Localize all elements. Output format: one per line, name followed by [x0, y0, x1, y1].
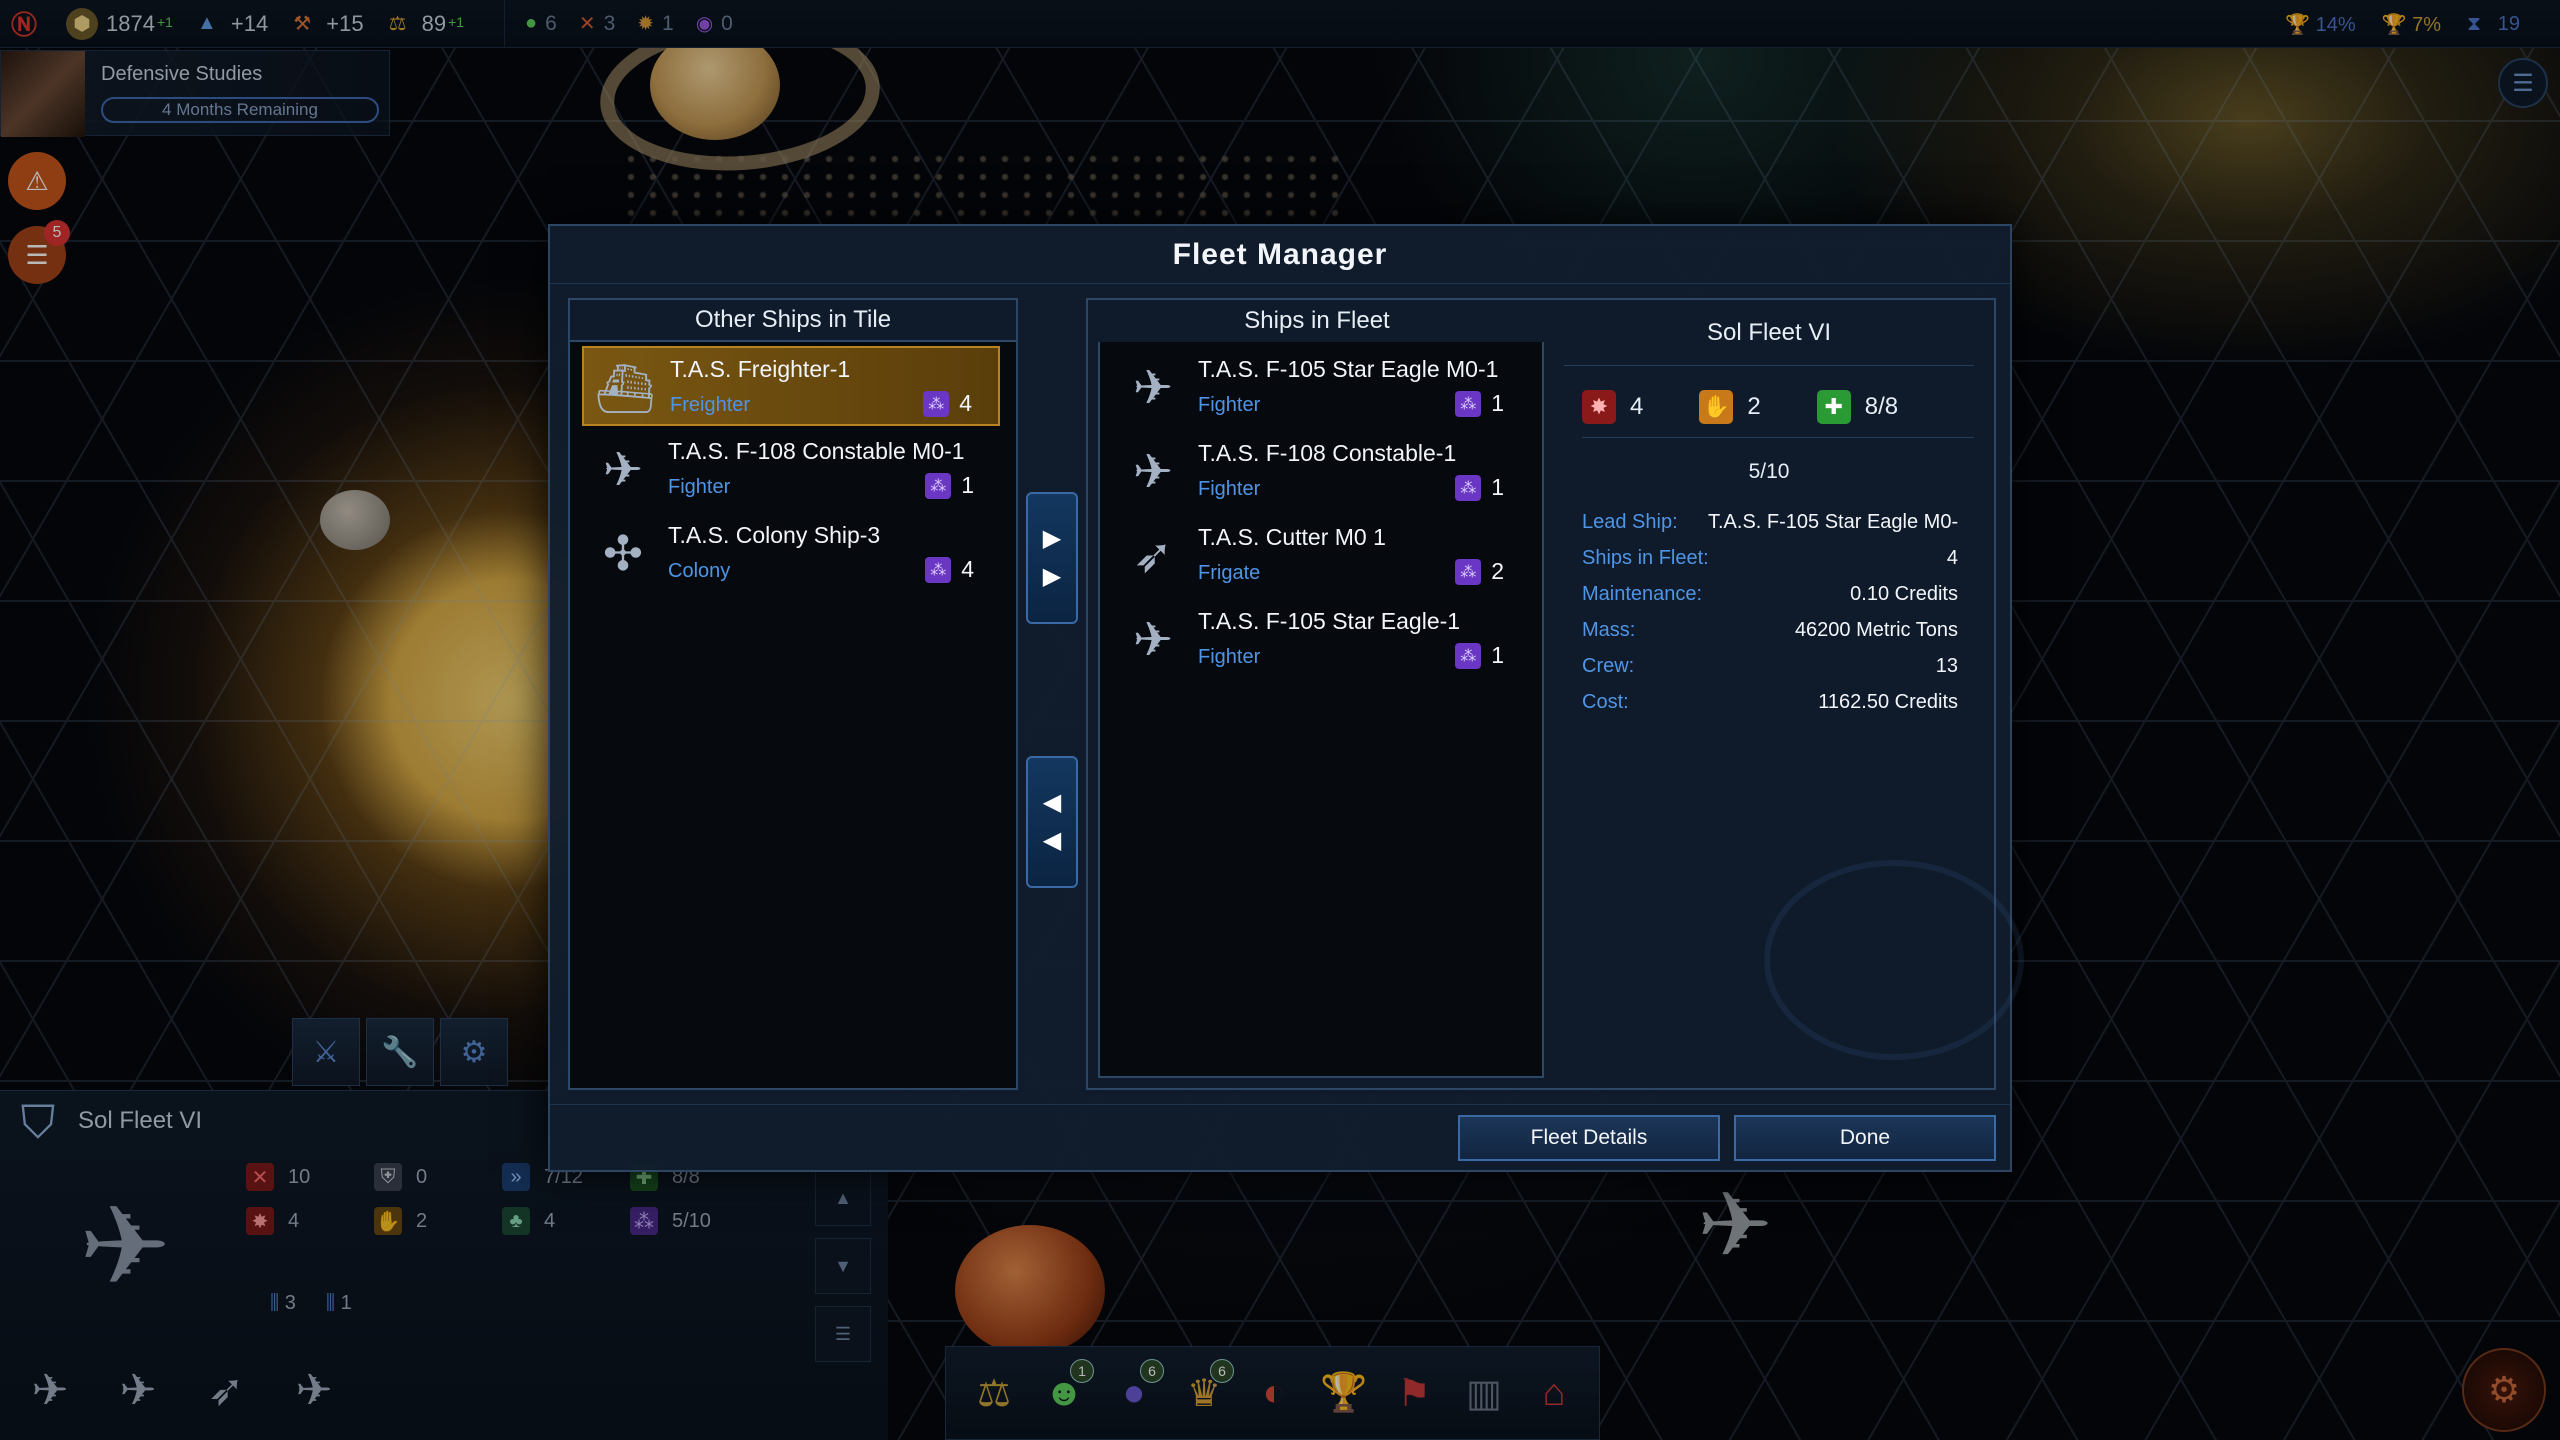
dialog-title: Fleet Manager [550, 226, 2010, 284]
command-points-icon: ⁂ [1455, 558, 1482, 585]
transfer-to-fleet-button[interactable]: ▶ ▶ [1026, 492, 1078, 624]
fighter-ship-icon: ✈ [1132, 614, 1174, 667]
detail-lead-ship: Lead Ship: T.A.S. F-105 Star Eagle M0-1 [1582, 510, 1958, 533]
other-ship-row[interactable]: ✈ T.A.S. F-108 Constable M0-1 Fighter ⁂ 1 [582, 430, 1000, 510]
command-points-icon: ⁂ [1455, 474, 1482, 501]
dialog-footer: Fleet Details Done [550, 1104, 2010, 1170]
command-points: ⁂ 4 [923, 390, 972, 417]
colony-ship-icon: ✣ [602, 528, 644, 581]
fighter-ship-icon: ✈ [1132, 362, 1174, 415]
detail-crew: Crew: 13 [1582, 654, 1958, 677]
health-cross-icon: ✚ [1816, 389, 1851, 424]
transfer-from-fleet-button[interactable]: ◀ ◀ [1026, 756, 1078, 888]
detail-cost: Cost: 1162.50 Credits [1582, 690, 1958, 713]
command-points: ⁂ 1 [1455, 390, 1504, 417]
fleet-ship-row[interactable]: ➶ T.A.S. Cutter M0 1 Frigate ⁂ 2 [1112, 516, 1530, 596]
command-points-icon: ⁂ [923, 390, 950, 417]
fleet-defense: ✋ 2 [1699, 389, 1761, 424]
fleet-ship-row[interactable]: ✈ T.A.S. F-105 Star Eagle-1 Fighter ⁂ 1 [1112, 600, 1530, 680]
fleet-panel: Ships in Fleet ✈ T.A.S. F-105 Star Eagle… [1086, 298, 2024, 1090]
command-points: ⁂ 1 [1455, 642, 1504, 669]
arrow-right-icon: ▶ [1042, 525, 1062, 552]
fleet-ship-row[interactable]: ✈ T.A.S. F-108 Constable-1 Fighter ⁂ 1 [1112, 432, 1530, 512]
arrow-left-icon: ◀ [1042, 789, 1062, 816]
defense-icon: ✋ [1699, 389, 1734, 424]
attack-icon: ✸ [1582, 389, 1616, 424]
command-points: ⁂ 4 [925, 556, 974, 583]
fleet-stat-summary: ✸ 4 ✋ 2 ✚ 8/8 [1582, 376, 1974, 438]
command-points-icon: ⁂ [925, 556, 952, 583]
other-ships-panel: Other Ships in Tile ⛴ T.A.S. Freighter-1… [568, 298, 1018, 1090]
command-points-icon: ⁂ [1455, 642, 1482, 669]
detail-mass: Mass: 46200 Metric Tons [1582, 618, 1958, 641]
other-ship-row[interactable]: ✣ T.A.S. Colony Ship-3 Colony ⁂ 4 [582, 514, 1000, 594]
detail-ships-count: Ships in Fleet: 4 [1582, 546, 1958, 569]
command-points: ⁂ 1 [925, 472, 974, 499]
arrow-left-icon: ◀ [1042, 827, 1062, 854]
fleet-name[interactable]: Sol Fleet VI [1564, 300, 1974, 366]
fleet-attack: ✸ 4 [1582, 389, 1643, 424]
command-points-icon: ⁂ [1455, 390, 1482, 417]
other-ship-row[interactable]: ⛴ T.A.S. Freighter-1 Freighter ⁂ 4 [582, 346, 1000, 426]
fleet-capacity: 5/10 [1748, 460, 1790, 483]
fleet-ship-row[interactable]: ✈ T.A.S. F-105 Star Eagle M0-1 Fighter ⁂… [1112, 348, 1530, 428]
fleet-details-button[interactable]: Fleet Details [1458, 1115, 1720, 1161]
fleet-details-pane: Sol Fleet VI ✸ 4 ✋ 2 ✚ 8/8 5/10 Lead Ship: T… [1564, 300, 2024, 1088]
command-points: ⁂ 2 [1455, 558, 1504, 585]
ships-in-fleet-list: ✈ T.A.S. F-105 Star Eagle M0-1 Fighter ⁂… [1098, 342, 1544, 1078]
fleet-hp: ✚ 8/8 [1816, 389, 1898, 424]
done-button[interactable]: Done [1734, 1115, 1996, 1161]
fighter-ship-icon: ✈ [602, 444, 644, 497]
arrow-right-icon: ▶ [1042, 563, 1062, 590]
faction-watermark [1764, 860, 2024, 1060]
detail-maintenance: Maintenance: 0.10 Credits [1582, 582, 1958, 605]
fighter-ship-icon: ✈ [1132, 446, 1174, 499]
other-ships-header: Other Ships in Tile [570, 300, 1016, 342]
fleet-manager-dialog: Fleet Manager Other Ships in Tile ⛴ T.A.… [548, 224, 2024, 1172]
ships-in-fleet-header: Ships in Fleet [1244, 307, 1390, 334]
command-points: ⁂ 1 [1455, 474, 1504, 501]
command-points-icon: ⁂ [925, 472, 952, 499]
freighter-ship-icon: ⛴ [594, 362, 656, 416]
frigate-ship-icon: ➶ [1132, 530, 1174, 583]
